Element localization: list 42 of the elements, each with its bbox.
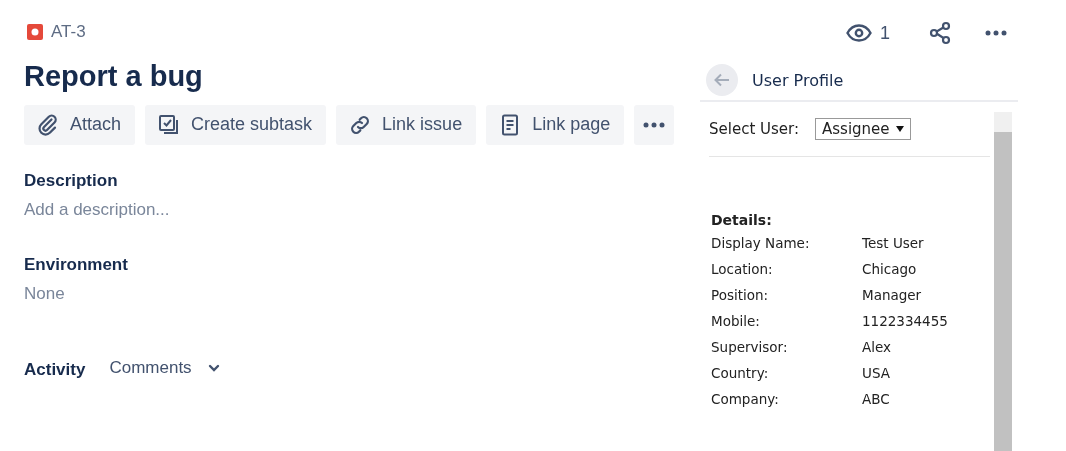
- detail-label: Supervisor:: [711, 339, 789, 355]
- comments-dropdown[interactable]: Comments: [109, 357, 220, 378]
- watcher-count: 1: [880, 22, 890, 44]
- field-value[interactable]: None: [24, 283, 700, 304]
- detail-label: Company:: [711, 391, 780, 407]
- bug-icon: [27, 24, 43, 40]
- detail-label: Display Name:: [711, 235, 811, 251]
- detail-label: Location:: [711, 261, 774, 277]
- field-label: Environment: [24, 254, 129, 275]
- select-label: Select User:: [709, 120, 800, 138]
- issue-title: Report a bug: [24, 61, 204, 93]
- action-button[interactable]: Attach: [24, 104, 136, 145]
- panel-title: User Profile: [752, 70, 844, 90]
- detail-label: Position:: [711, 287, 770, 303]
- field-label: Description: [24, 170, 119, 191]
- chevron-down-icon: [207, 363, 220, 372]
- details-heading: Details:: [711, 212, 773, 228]
- detail-value: USA: [862, 365, 890, 381]
- more-icon[interactable]: [984, 29, 1008, 37]
- detail-value: Test User: [862, 235, 924, 251]
- action-button[interactable]: Link issue: [336, 104, 477, 145]
- issue-key[interactable]: AT-3: [51, 22, 86, 42]
- caret-icon: [895, 125, 904, 133]
- detail-value: ABC: [862, 391, 890, 407]
- activity-label: Activity: [24, 359, 86, 380]
- more-button[interactable]: [634, 104, 675, 145]
- field-value[interactable]: Add a description...: [24, 199, 700, 220]
- more-icon: [642, 120, 667, 129]
- action-button[interactable]: Link page: [486, 104, 625, 145]
- detail-value: Chicago: [862, 261, 917, 277]
- arrow-left-icon: [714, 73, 730, 87]
- share-icon[interactable]: [928, 21, 952, 45]
- detail-value: 1122334455: [862, 313, 948, 329]
- detail-value: Manager: [862, 287, 922, 303]
- user-select[interactable]: Assignee: [815, 118, 911, 140]
- detail-value: Alex: [862, 339, 892, 355]
- eye-icon[interactable]: [846, 24, 872, 42]
- paperclip-icon: [36, 112, 60, 137]
- detail-label: Mobile:: [711, 313, 761, 329]
- action-button[interactable]: Create subtask: [145, 104, 327, 145]
- scrollbar[interactable]: [994, 112, 1012, 451]
- detail-label: Country:: [711, 365, 770, 381]
